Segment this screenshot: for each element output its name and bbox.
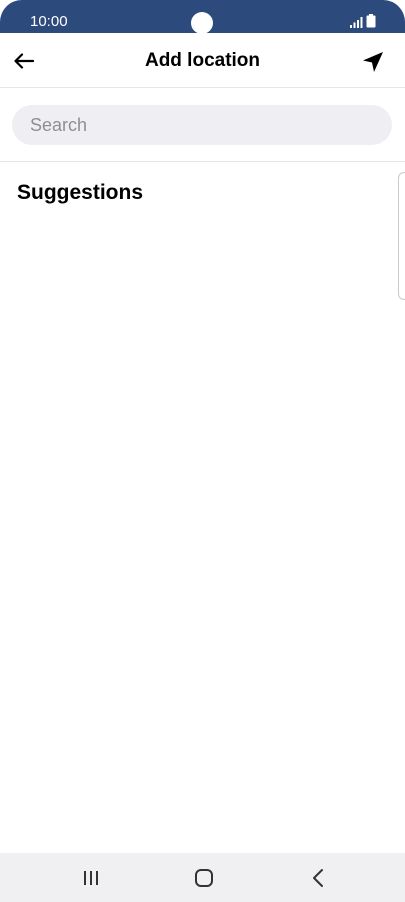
nav-back-button[interactable] — [304, 865, 332, 891]
current-location-button[interactable] — [358, 47, 388, 77]
edge-panel-handle[interactable] — [398, 172, 405, 300]
camera-cutout — [191, 12, 213, 34]
divider — [0, 161, 405, 162]
search-input[interactable] — [30, 114, 392, 136]
search-box[interactable] — [12, 105, 392, 145]
status-time: 10:00 — [30, 13, 68, 30]
home-icon — [195, 869, 213, 887]
status-bar: 10:00 — [0, 0, 405, 34]
recent-apps-icon — [84, 871, 98, 885]
battery-icon — [366, 14, 376, 28]
app-bar: Add location — [0, 33, 405, 88]
recent-apps-button[interactable] — [77, 865, 105, 891]
page-title: Add location — [144, 50, 261, 71]
suggestions-heading: Suggestions — [17, 181, 144, 204]
back-icon — [313, 869, 323, 887]
phone-screen: 10:00 Add location Suggestions — [0, 0, 405, 902]
navigation-arrow-icon — [363, 52, 383, 72]
system-nav-bar — [0, 853, 405, 902]
signal-icon — [350, 17, 363, 28]
home-button[interactable] — [190, 865, 218, 891]
